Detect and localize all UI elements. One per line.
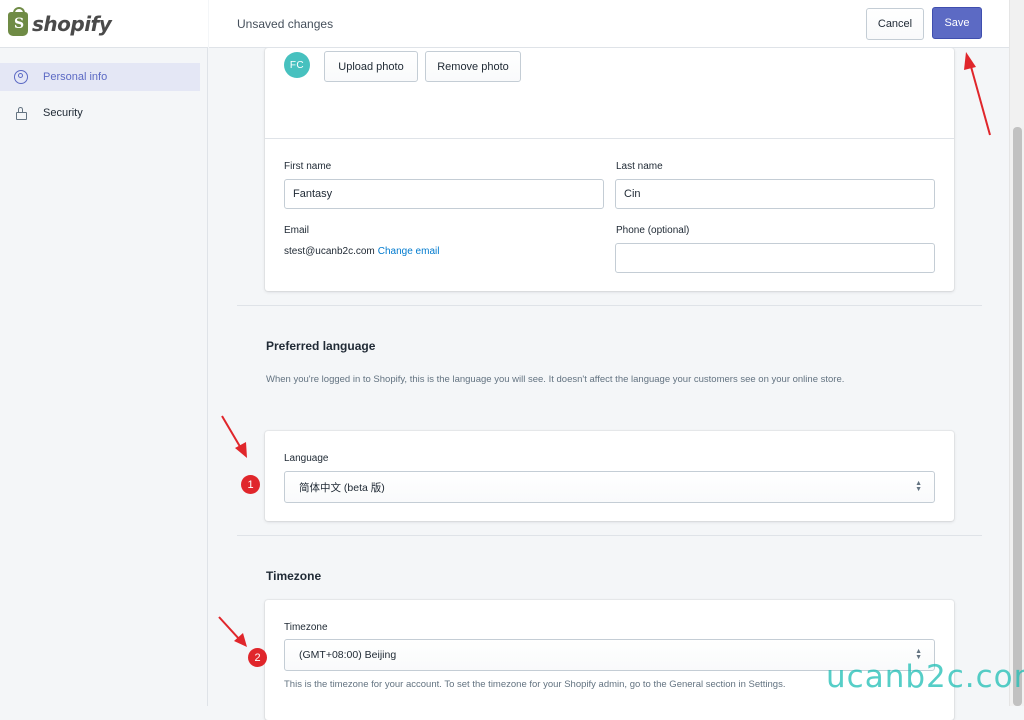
annotation-arrow (969, 62, 991, 136)
lock-icon (14, 106, 28, 120)
remove-photo-button[interactable]: Remove photo (425, 51, 521, 82)
sidebar: S shopify Personal info Security (0, 0, 208, 706)
annotation-marker-1: 1 (241, 475, 260, 494)
user-circle-icon (14, 70, 28, 84)
cancel-button[interactable]: Cancel (866, 8, 924, 40)
scrollbar-thumb[interactable] (1013, 127, 1022, 706)
shopify-logo[interactable]: S shopify (0, 0, 208, 48)
arrowhead-icon (964, 52, 976, 70)
section-divider (237, 535, 982, 536)
last-name-label: Last name (616, 161, 663, 172)
preferred-language-title: Preferred language (266, 339, 376, 353)
card-divider (265, 138, 954, 139)
arrowhead-icon (234, 633, 247, 647)
first-name-label: First name (284, 161, 332, 172)
arrowhead-icon (235, 442, 247, 458)
timezone-title: Timezone (266, 569, 322, 583)
sidebar-item-label: Security (43, 107, 83, 119)
timezone-help-text: This is the timezone for your account. T… (284, 679, 786, 690)
contextual-save-bar: Unsaved changes Cancel Save (209, 0, 1009, 48)
select-caret-icon: ▲ ▼ (915, 480, 922, 493)
sidebar-item-label: Personal info (43, 71, 108, 83)
sidebar-item-personal-info[interactable]: Personal info (0, 63, 200, 91)
shopify-bag-icon: S (8, 6, 28, 36)
watermark: ucanb2c.com (826, 659, 1024, 695)
language-selected-value: 简体中文 (beta 版) (299, 481, 385, 494)
unsaved-changes-title: Unsaved changes (237, 17, 334, 31)
preferred-language-description: When you're logged in to Shopify, this i… (266, 374, 845, 385)
scrollbar[interactable] (1009, 0, 1024, 706)
email-value: stest@ucanb2c.com Change email (284, 246, 440, 257)
phone-label: Phone (optional) (616, 225, 690, 236)
annotation-arrow (221, 415, 243, 451)
first-name-field[interactable]: Fantasy (284, 179, 604, 209)
sidebar-nav: Personal info Security (0, 63, 208, 135)
timezone-label: Timezone (284, 622, 328, 633)
section-divider (237, 305, 982, 306)
upload-photo-button[interactable]: Upload photo (324, 51, 418, 82)
annotation-arrow (218, 616, 241, 641)
last-name-field[interactable]: Cin (615, 179, 935, 209)
change-email-link[interactable]: Change email (378, 246, 440, 257)
timezone-selected-value: (GMT+08:00) Beijing (299, 649, 397, 661)
avatar: FC (284, 52, 310, 78)
annotation-marker-2: 2 (248, 648, 267, 667)
save-button[interactable]: Save (932, 7, 982, 39)
sidebar-item-security[interactable]: Security (0, 99, 200, 127)
email-label: Email (284, 225, 310, 236)
phone-field[interactable] (615, 243, 935, 273)
language-select[interactable]: 简体中文 (beta 版) ▲ ▼ (284, 471, 935, 503)
language-label: Language (284, 453, 329, 464)
logo-text: shopify (32, 11, 112, 36)
